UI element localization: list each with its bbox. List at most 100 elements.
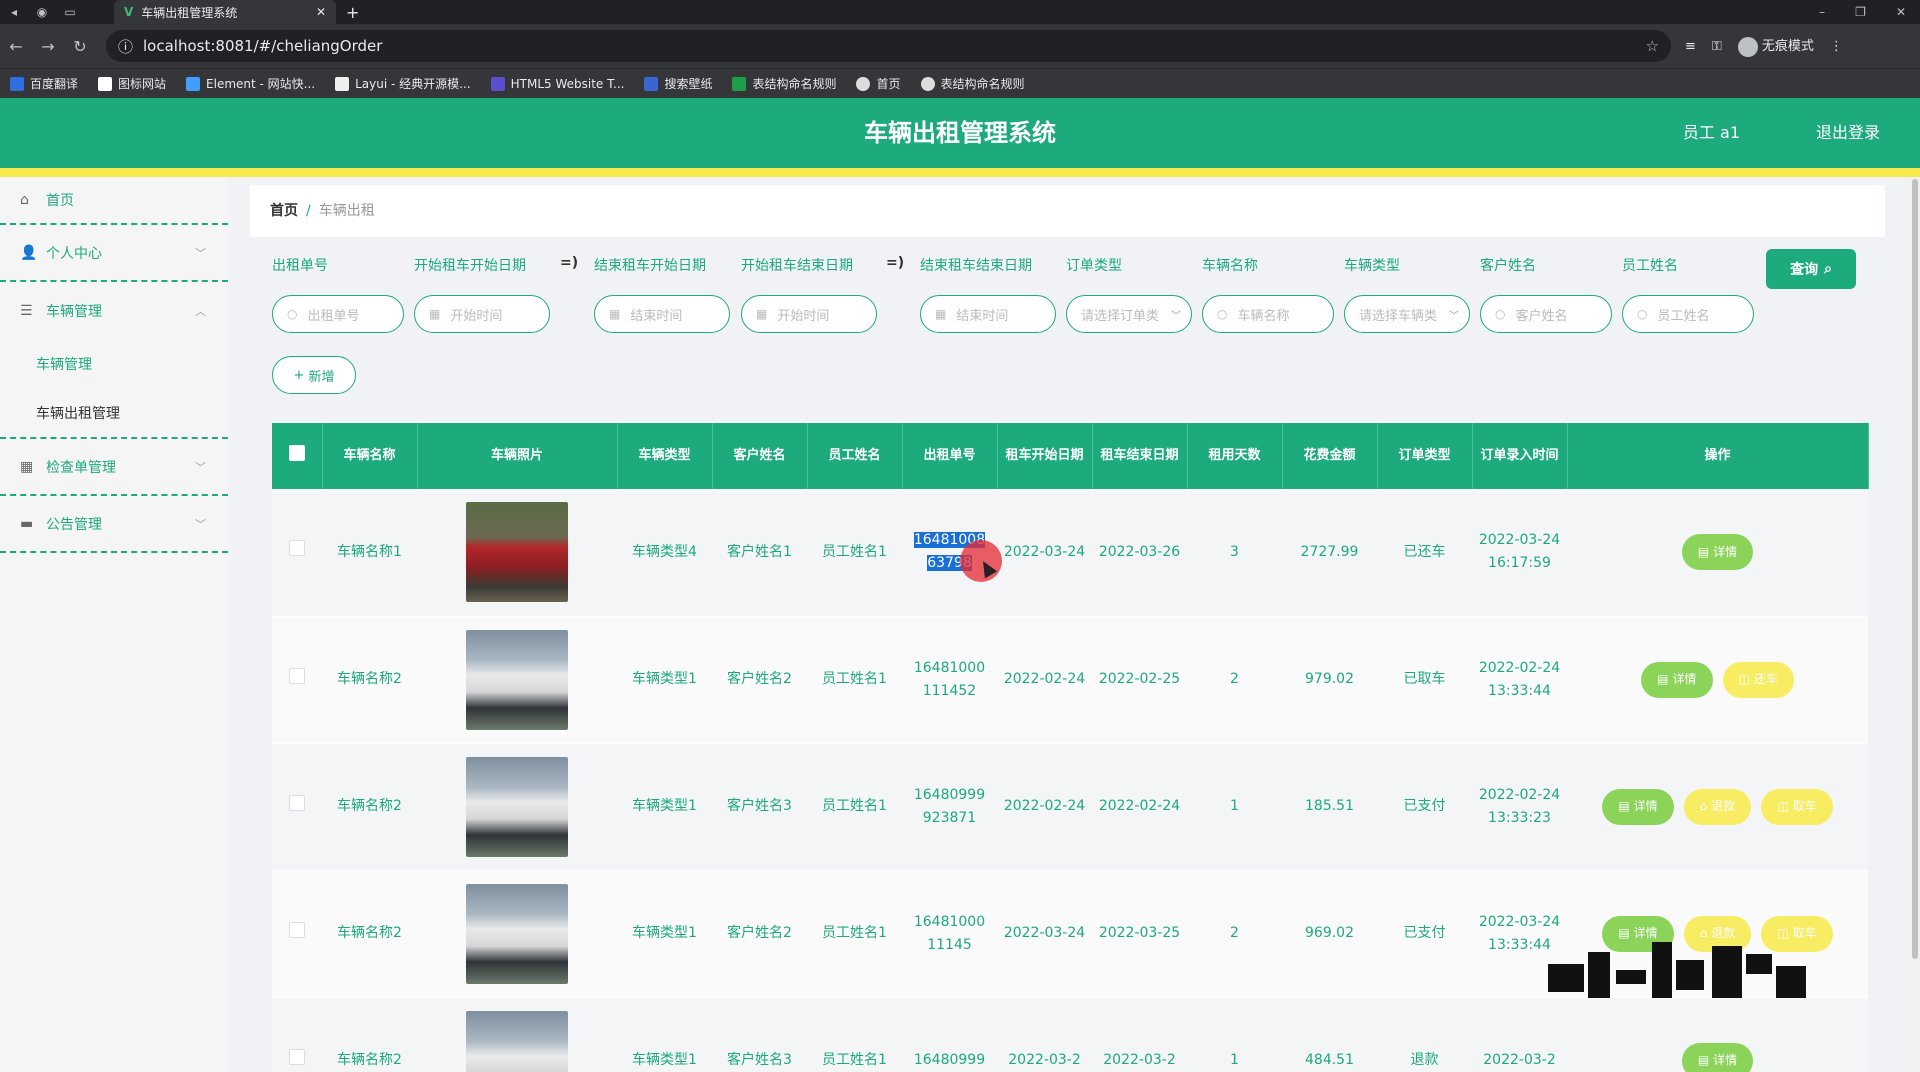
vehicle-photo-cell bbox=[417, 616, 617, 744]
list-icon: ☰ bbox=[20, 302, 33, 319]
speaker-icon[interactable]: ◂ bbox=[0, 5, 28, 19]
current-user: 员工 a1 bbox=[1682, 123, 1740, 142]
key-icon[interactable]: ⚿ bbox=[1712, 39, 1722, 54]
sidebar-item-label: 首页 bbox=[46, 193, 74, 209]
vehicle-name-input[interactable]: ○ 车辆名称 bbox=[1202, 295, 1334, 333]
window-icon[interactable]: ▭ bbox=[56, 5, 84, 19]
reload-icon[interactable]: ↻ bbox=[64, 37, 96, 56]
forward-icon[interactable]: → bbox=[32, 37, 64, 56]
back-icon[interactable]: ← bbox=[0, 37, 32, 56]
sidebar-item-inspection[interactable]: ▦ 检查单管理 ﹀ bbox=[0, 439, 228, 496]
end-begin-date-input[interactable]: ▦ 开始时间 bbox=[741, 295, 877, 333]
bookmark-star-icon[interactable]: ☆ bbox=[1646, 37, 1659, 55]
row-select-cell bbox=[272, 997, 322, 1072]
bookmark-item[interactable]: HTML5 Website T... bbox=[490, 76, 624, 91]
app-title: 车辆出租管理系统 bbox=[864, 119, 1056, 147]
refund-button[interactable]: ⌂ 退款 bbox=[1683, 788, 1752, 825]
bookmark-item[interactable]: Element - 网站快... bbox=[186, 75, 315, 92]
new-tab-icon[interactable]: + bbox=[346, 3, 359, 22]
globe-icon[interactable]: ◉ bbox=[28, 5, 56, 19]
return-car-button[interactable]: ◫ 还车 bbox=[1722, 661, 1794, 698]
profile-button[interactable]: 无痕模式 bbox=[1737, 35, 1814, 57]
menu-dots-icon[interactable]: ⋮ bbox=[1830, 39, 1843, 54]
sheet-icon bbox=[732, 76, 747, 91]
chevron-down-icon: ﹀ bbox=[1171, 310, 1181, 322]
row-checkbox[interactable] bbox=[289, 921, 305, 938]
start-begin-date-input[interactable]: ▦ 开始时间 bbox=[414, 295, 550, 333]
vehicle-photo[interactable] bbox=[466, 883, 568, 984]
bookmark-label: 首页 bbox=[876, 77, 901, 91]
sidebar-item-vehicle-mgmt[interactable]: ☰ 车辆管理 ︿ bbox=[0, 282, 228, 339]
scrollbar-thumb[interactable] bbox=[1912, 179, 1918, 959]
close-window-icon[interactable]: ✕ bbox=[1896, 5, 1906, 19]
end-end-date-input[interactable]: ▦ 结束时间 bbox=[920, 295, 1056, 333]
detail-button[interactable]: ▤ 详情 bbox=[1641, 661, 1713, 698]
page-scrollbar[interactable] bbox=[1910, 177, 1920, 1072]
bookmark-item[interactable]: 搜索壁纸 bbox=[644, 75, 712, 92]
detail-button[interactable]: ▤ 详情 bbox=[1602, 788, 1674, 825]
detail-button[interactable]: ▤ 详情 bbox=[1681, 1042, 1754, 1072]
action-label: 详情 bbox=[1713, 544, 1738, 559]
filter-label: 员工姓名 bbox=[1622, 258, 1678, 274]
staff-name-cell: 员工姓名1 bbox=[807, 870, 902, 998]
browser-tab-bar: ◂ ◉ ▭ V 车辆出租管理系统 ✕ + – ❐ ✕ bbox=[0, 0, 1920, 24]
order-no-input[interactable]: ○ 出租单号 bbox=[272, 295, 404, 333]
url-field[interactable]: ⓘ localhost:8081/#/cheliangOrder ☆ bbox=[106, 30, 1671, 62]
vehicle-name-cell: 车辆名称2 bbox=[322, 997, 417, 1072]
add-button[interactable]: + 新增 bbox=[272, 356, 356, 394]
logout-link[interactable]: 退出登录 bbox=[1816, 98, 1880, 168]
sidebar-subitem-vehicles[interactable]: 车辆管理 bbox=[0, 339, 228, 389]
staff-name-input[interactable]: ○ 员工姓名 bbox=[1622, 295, 1754, 333]
filter-label: 客户姓名 bbox=[1480, 258, 1536, 274]
url-text: localhost:8081/#/cheliangOrder bbox=[143, 37, 383, 55]
vehicle-photo[interactable] bbox=[466, 1010, 568, 1072]
row-checkbox[interactable] bbox=[289, 1048, 305, 1065]
info-icon[interactable]: ⓘ bbox=[118, 36, 133, 57]
vehicle-photo[interactable] bbox=[466, 502, 568, 603]
start-end-date-input[interactable]: ▦ 结束时间 bbox=[594, 295, 730, 333]
home-icon: ⌂ bbox=[20, 192, 29, 208]
staff-name-cell: 员工姓名1 bbox=[807, 997, 902, 1072]
customer-name-cell: 客户姓名3 bbox=[712, 997, 807, 1072]
vue-logo-icon: V bbox=[124, 5, 134, 19]
customer-name-input[interactable]: ○ 客户姓名 bbox=[1480, 295, 1612, 333]
pickup-button[interactable]: ◫ 取车 bbox=[1761, 788, 1833, 825]
column-header: 花费金额 bbox=[1282, 423, 1378, 489]
reading-list-icon[interactable]: ≡ bbox=[1685, 39, 1696, 54]
bookmark-item[interactable]: 表结构命名规则 bbox=[920, 75, 1025, 92]
search-icon: ○ bbox=[287, 307, 298, 321]
document-icon: ▤ bbox=[1657, 672, 1669, 686]
staff-name-cell: 员工姓名1 bbox=[807, 616, 902, 744]
vehicle-type-select[interactable]: 请选择车辆类 ﹀ bbox=[1344, 295, 1470, 333]
html5-icon bbox=[490, 76, 505, 91]
row-checkbox[interactable] bbox=[289, 794, 305, 811]
sidebar-item-profile[interactable]: 👤 个人中心 ﹀ bbox=[0, 225, 228, 282]
order-status-cell: 退款 bbox=[1377, 997, 1472, 1072]
select-all-checkbox[interactable] bbox=[288, 444, 305, 461]
row-checkbox[interactable] bbox=[289, 540, 305, 557]
sidebar-subitem-rental-orders[interactable]: 车辆出租管理 bbox=[0, 389, 228, 439]
breadcrumb-home[interactable]: 首页 bbox=[270, 203, 298, 219]
row-checkbox[interactable] bbox=[289, 667, 305, 684]
vehicle-photo[interactable] bbox=[466, 629, 568, 730]
bookmark-item[interactable]: 百度翻译 bbox=[10, 75, 78, 92]
sidebar-item-announcements[interactable]: ▬ 公告管理 ﹀ bbox=[0, 496, 228, 553]
detail-button[interactable]: ▤ 详情 bbox=[1681, 534, 1754, 571]
column-header: 车辆名称 bbox=[322, 423, 418, 489]
bookmark-item[interactable]: Layui - 经典开源模... bbox=[335, 75, 471, 92]
order-type-select[interactable]: 请选择订单类 ﹀ bbox=[1066, 295, 1192, 333]
bookmark-item[interactable]: 首页 bbox=[856, 75, 901, 92]
maximize-icon[interactable]: ❐ bbox=[1855, 5, 1866, 19]
vehicle-photo[interactable] bbox=[466, 756, 568, 857]
column-header: 操作 bbox=[1567, 423, 1869, 489]
bookmark-item[interactable]: 图标网站 bbox=[98, 75, 166, 92]
tab-close-icon[interactable]: ✕ bbox=[316, 5, 326, 19]
table-row: 车辆名称1 车辆类型4 客户姓名1 员工姓名1 16481008 63798 2022-03… bbox=[272, 489, 1868, 617]
minimize-icon[interactable]: – bbox=[1819, 5, 1825, 19]
query-button[interactable]: 查询 ⌕ bbox=[1766, 249, 1856, 289]
amount-cell: 185.51 bbox=[1282, 743, 1377, 871]
sidebar-item-home[interactable]: ⌂ 首页 bbox=[0, 177, 228, 225]
bookmark-item[interactable]: 表结构命名规则 bbox=[732, 75, 836, 92]
vehicle-photo-cell bbox=[417, 743, 617, 871]
browser-tab[interactable]: V 车辆出租管理系统 ✕ bbox=[114, 0, 336, 24]
